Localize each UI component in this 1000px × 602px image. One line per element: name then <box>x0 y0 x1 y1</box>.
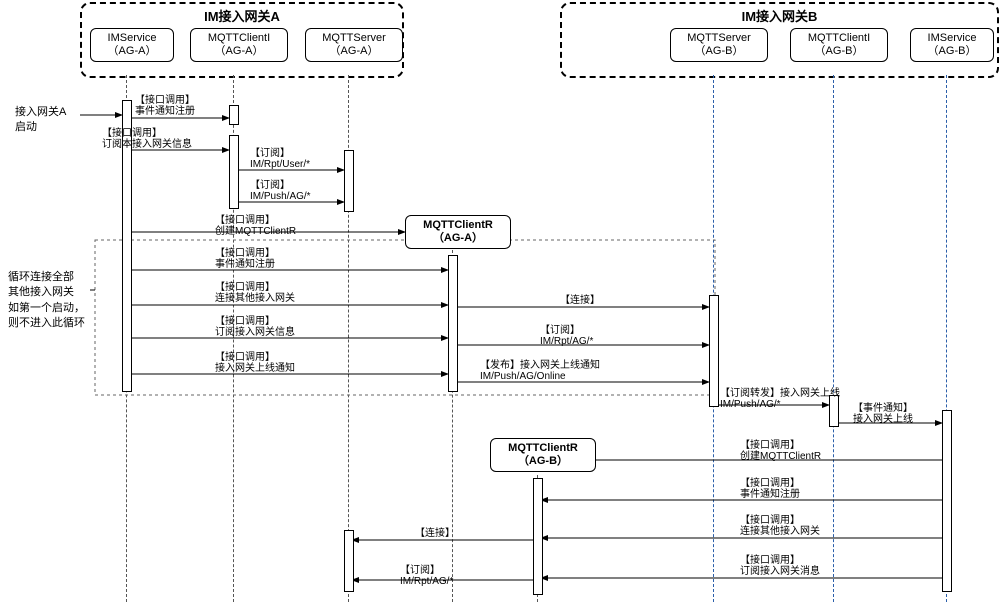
msg-m5: 【接口调用】创建MQTTClientR <box>215 215 296 237</box>
msg-m20: 【订阅】IM/Rpt/AG/* <box>400 565 453 587</box>
msg-m14: 【事件通知】接入网关上线 <box>853 403 913 425</box>
lifeline-head-ims-a: IMService （AG-A） <box>90 28 174 62</box>
act-srv-b <box>709 295 719 407</box>
act-cli-i-a-1 <box>229 105 239 125</box>
msg-m10: 【订阅】IM/Rpt/AG/* <box>540 325 593 347</box>
msg-m1: 【接口调用】事件通知注册 <box>135 95 195 117</box>
lifeline-head-cli-i-b: MQTTClientI （AG-B） <box>790 28 888 62</box>
msg-m18: 【连接】 <box>415 528 455 539</box>
lifeline-head-cli-r-b: MQTTClientR （AG-B） <box>490 438 596 472</box>
lifeline-head-cli-r-a: MQTTClientR （AG-A） <box>405 215 511 249</box>
act-ims-b <box>942 410 952 592</box>
msg-m7: 【接口调用】连接其他接入网关 <box>215 282 295 304</box>
msg-m3: 【订阅】IM/Rpt/User/* <box>250 148 310 170</box>
note-loop: 循环连接全部其他接入网关如第一个启动，则不进入此循环 <box>8 270 85 332</box>
msg-m19: 【接口调用】订阅接入网关消息 <box>740 555 820 577</box>
msg-m15: 【接口调用】创建MQTTClientR <box>740 440 821 462</box>
msg-m12: 【发布】接入网关上线通知IM/Push/AG/Online <box>480 360 600 382</box>
note-start-a: 接入网关A启动 <box>15 105 66 136</box>
msg-m9: 【接口调用】订阅接入网关信息 <box>215 316 295 338</box>
lifeline-head-ims-b: IMService （AG-B） <box>910 28 994 62</box>
sequence-diagram: IM接入网关A IM接入网关B IMService （AG-A） MQTTCli… <box>0 0 1000 602</box>
msg-m4: 【订阅】IM/Push/AG/* <box>250 180 311 202</box>
act-srv-a <box>344 150 354 212</box>
lifeline-head-cli-i-a: MQTTClientI （AG-A） <box>190 28 288 62</box>
msg-m16: 【接口调用】事件通知注册 <box>740 478 800 500</box>
msg-m6: 【接口调用】事件通知注册 <box>215 248 275 270</box>
act-srv-a-2 <box>344 530 354 592</box>
arrows-overlay <box>0 0 1000 602</box>
lifeline-head-srv-b: MQTTServer （AG-B） <box>670 28 768 62</box>
act-cli-r-a <box>448 255 458 392</box>
msg-m8: 【连接】 <box>560 295 600 306</box>
msg-m11: 【接口调用】接入网关上线通知 <box>215 352 295 374</box>
act-cli-r-b <box>533 478 543 595</box>
msg-m17: 【接口调用】连接其他接入网关 <box>740 515 820 537</box>
act-cli-i-a-2 <box>229 135 239 209</box>
lifeline-head-srv-a: MQTTServer （AG-A） <box>305 28 403 62</box>
msg-m2: 【接口调用】订阅本接入网关信息 <box>102 128 192 150</box>
msg-m13: 【订阅转发】接入网关上线IM/Push/AG/* <box>720 388 840 410</box>
